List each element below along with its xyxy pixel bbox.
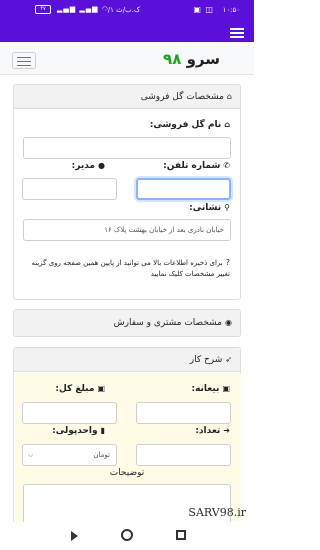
watermark-text: SARV98.ir [188,506,246,519]
recent-apps-icon[interactable] [176,530,186,540]
site-navbar: سرو ۹۸ [0,45,254,75]
address-input[interactable]: خیابان نادری بعد از خیابان بهشت پلاک ۱۶ [23,219,231,241]
shop-name-input[interactable] [23,137,231,159]
status-bar: ۴۷ ▂▄▆ ▂▄▆ ◠ ۰/۱ ک.ب/ث ▣ ◫ ۱۰:۵۰ [0,0,254,22]
flower-shop-card: ⌂مشخصات گل فروشی ⌂نام گل فروشی: ✆شماره ت… [13,84,241,300]
bookmark-icon: ▮ [100,426,105,435]
manager-label: ●مدیر: [71,161,105,171]
system-nav-bar [0,522,254,550]
brand-number: ۹۸ [163,50,182,68]
home-icon: ⌂ [224,120,230,129]
total-input[interactable] [22,402,117,424]
customer-card: ◉مشخصات مشتری و سفارش [13,309,241,337]
help-text: ?برای ذخیره اطلاعات بالا می توانید از پا… [31,258,230,278]
shop-name-label: ⌂نام گل فروشی: [149,120,230,130]
customer-title: مشخصات مشتری و سفارش [113,318,223,328]
currency-select[interactable]: تومان ⌵ [22,444,117,466]
money-icon: ▣ [97,384,105,393]
navbar-toggler-button[interactable] [12,52,36,69]
status-time: ۱۰:۵۰ [222,6,240,14]
total-label: ▣مبلغ کل: [55,384,105,394]
rocket-icon: ➶ [225,355,232,364]
deposit-input[interactable] [136,402,231,424]
deposit-label: ▣بیعانه: [191,384,230,394]
currency-selected-value: تومان [93,451,110,459]
brand-logo[interactable]: سرو ۹۸ [163,50,220,68]
home-icon: ⌂ [226,92,232,101]
map-marker-icon: ⚲ [224,203,230,212]
address-label: ⚲نشانی: [189,203,230,213]
flower-shop-title: مشخصات گل فروشی [140,92,224,102]
chevron-down-icon: ⌵ [28,451,34,459]
quantity-input[interactable] [136,444,231,466]
back-icon[interactable] [71,531,78,541]
arrow-left-icon: ➜ [223,426,230,435]
job-header[interactable]: ➶شرح کار [14,348,240,372]
job-title: شرح کار [189,355,223,365]
signal-icon: ▂▄▆ ▂▄▆ ◠ [57,5,109,13]
notes-label: توضیحات [109,468,145,478]
quantity-label: ➜تعداد: [195,426,230,436]
notification-icons: ▣ ◫ [193,5,214,14]
phone-input[interactable] [136,178,231,200]
home-button-icon[interactable] [121,529,133,541]
brand-name: سرو [186,50,220,68]
phone-label: ✆شماره تلفن: [163,161,230,171]
app-menu-icon[interactable] [230,28,244,40]
currency-label: ▮واحدپولی: [52,426,105,436]
question-icon: ? [225,258,230,267]
customer-header[interactable]: ◉مشخصات مشتری و سفارش [14,310,240,336]
battery-icon: ۴۷ [35,5,51,14]
phone-icon: ✆ [223,161,230,170]
job-card: ➶شرح کار ▣بیعانه: ▣مبلغ کل: ➜تعداد: ▮واح… [13,347,241,527]
user-icon: ● [98,161,105,170]
app-bar [0,22,254,42]
flower-shop-header[interactable]: ⌂مشخصات گل فروشی [14,85,240,109]
money-icon: ▣ [222,384,230,393]
user-circle-icon: ◉ [225,318,232,327]
network-speed: ۰/۱ ک.ب/ث [104,6,141,14]
manager-input[interactable] [22,178,117,200]
